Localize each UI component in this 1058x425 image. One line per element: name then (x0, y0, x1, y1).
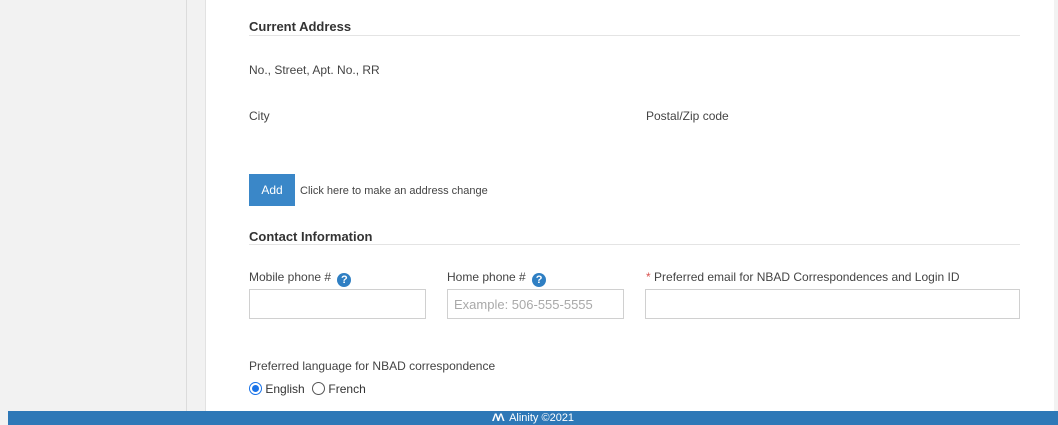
mobile-phone-input[interactable] (249, 289, 426, 319)
required-asterisk: * (646, 270, 651, 284)
section-divider (249, 244, 1020, 245)
help-icon[interactable]: ? (532, 273, 547, 287)
preferred-email-input[interactable] (645, 289, 1020, 319)
contact-information-heading: Contact Information (249, 229, 373, 244)
left-sidebar (8, 0, 187, 425)
english-radio-label[interactable]: English (265, 382, 304, 396)
home-phone-label: Home phone # ? (447, 270, 547, 287)
postal-code-label: Postal/Zip code (646, 109, 729, 123)
preferred-email-label-text: Preferred email for NBAD Correspondences… (654, 270, 960, 284)
alinity-logo-icon: ΛΛ (491, 412, 505, 424)
help-icon[interactable]: ? (337, 273, 352, 287)
footer-copyright: Alinity ©2021 (509, 412, 575, 424)
mobile-phone-label: Mobile phone # ? (249, 270, 352, 287)
add-address-button[interactable]: Add (249, 174, 295, 206)
footer-bar: ΛΛ Alinity ©2021 (8, 411, 1058, 425)
language-radio-group: English French (249, 382, 370, 396)
preferred-email-label: * Preferred email for NBAD Correspondenc… (646, 270, 960, 284)
english-radio[interactable] (249, 382, 262, 395)
profile-form-card: Current Address No., Street, Apt. No., R… (205, 0, 1054, 425)
city-label: City (249, 109, 270, 123)
add-address-hint: Click here to make an address change (300, 185, 488, 197)
french-radio[interactable] (312, 382, 326, 395)
current-address-heading: Current Address (249, 19, 352, 34)
street-label: No., Street, Apt. No., RR (249, 63, 380, 77)
french-radio-label[interactable]: French (328, 382, 365, 396)
home-phone-input[interactable] (447, 289, 624, 319)
mobile-phone-label-text: Mobile phone # (249, 270, 332, 284)
section-divider (249, 35, 1020, 36)
home-phone-label-text: Home phone # (447, 270, 526, 284)
preferred-language-label: Preferred language for NBAD corresponden… (249, 359, 496, 373)
